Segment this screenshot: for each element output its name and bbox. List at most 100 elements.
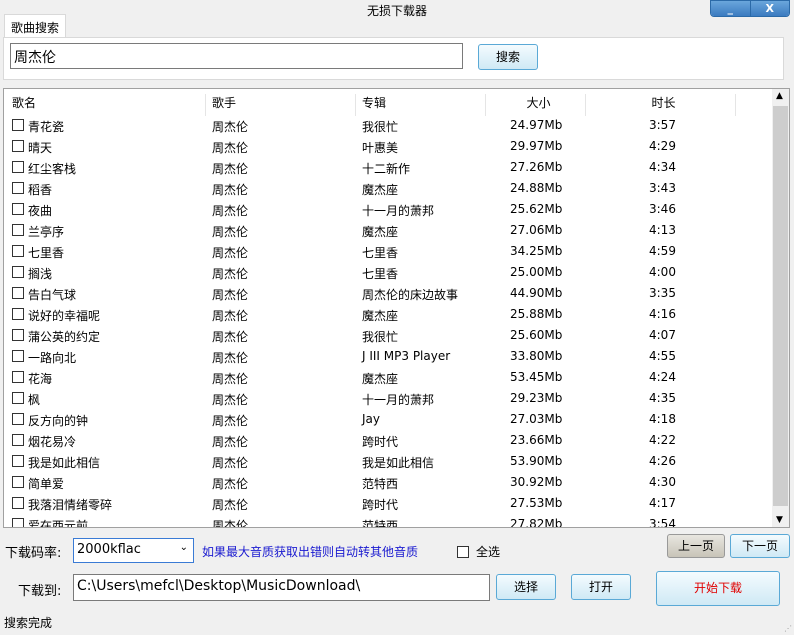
- table-row[interactable]: 枫 周杰伦 十一月的萧邦 29.23Mb 4:35: [4, 388, 774, 409]
- cell-album: Jay: [362, 412, 380, 426]
- cell-song: 我落泪情绪零碎: [28, 498, 113, 512]
- row-checkbox[interactable]: [12, 329, 24, 341]
- next-page-button[interactable]: 下一页: [730, 534, 790, 558]
- table-row[interactable]: 烟花易冷 周杰伦 跨时代 23.66Mb 4:22: [4, 430, 774, 451]
- cell-album: 我是如此相信: [362, 456, 435, 470]
- cell-album: 我很忙: [362, 120, 399, 134]
- row-checkbox[interactable]: [12, 476, 24, 488]
- row-checkbox[interactable]: [12, 161, 24, 173]
- table-row[interactable]: 爱在西元前 周杰伦 范特西 27.82Mb 3:54: [4, 514, 774, 528]
- table-row[interactable]: 我落泪情绪零碎 周杰伦 跨时代 27.53Mb 4:17: [4, 493, 774, 514]
- cell-size: 53.45Mb: [510, 370, 563, 384]
- cell-size: 25.62Mb: [510, 202, 563, 216]
- scrollbar-thumb[interactable]: [773, 106, 788, 506]
- select-all-label: 全选: [476, 545, 501, 559]
- cell-size: 27.53Mb: [510, 496, 563, 510]
- tab-song-search[interactable]: 歌曲搜索: [4, 14, 66, 38]
- cell-artist: 周杰伦: [212, 141, 249, 155]
- cell-artist: 周杰伦: [212, 351, 249, 365]
- cell-size: 23.66Mb: [510, 433, 563, 447]
- cell-song: 兰亭序: [28, 225, 65, 239]
- cell-song: 夜曲: [28, 204, 53, 218]
- row-checkbox[interactable]: [12, 497, 24, 509]
- table-row[interactable]: 七里香 周杰伦 七里香 34.25Mb 4:59: [4, 241, 774, 262]
- cell-duration: 4:26: [649, 454, 676, 468]
- cell-size: 29.97Mb: [510, 139, 563, 153]
- select-all-checkbox[interactable]: 全选: [457, 543, 500, 560]
- table-row[interactable]: 花海 周杰伦 魔杰座 53.45Mb 4:24: [4, 367, 774, 388]
- row-checkbox[interactable]: [12, 266, 24, 278]
- cell-artist: 周杰伦: [212, 519, 249, 528]
- row-checkbox[interactable]: [12, 140, 24, 152]
- table-row[interactable]: 兰亭序 周杰伦 魔杰座 27.06Mb 4:13: [4, 220, 774, 241]
- table-row[interactable]: 搁浅 周杰伦 七里香 25.00Mb 4:00: [4, 262, 774, 283]
- row-checkbox[interactable]: [12, 203, 24, 215]
- cell-album: 周杰伦的床边故事: [362, 288, 459, 302]
- open-button[interactable]: 打开: [571, 574, 631, 600]
- row-checkbox[interactable]: [12, 434, 24, 446]
- header-duration[interactable]: 时长: [586, 94, 736, 116]
- row-checkbox[interactable]: [12, 350, 24, 362]
- header-size[interactable]: 大小: [486, 94, 586, 116]
- cell-artist: 周杰伦: [212, 204, 249, 218]
- bitrate-select[interactable]: 2000kflac ⌄: [73, 538, 194, 563]
- table-row[interactable]: 红尘客栈 周杰伦 十二新作 27.26Mb 4:34: [4, 157, 774, 178]
- start-download-button[interactable]: 开始下载: [656, 571, 780, 606]
- cell-album: 十二新作: [362, 162, 411, 176]
- header-song[interactable]: 歌名: [6, 94, 206, 116]
- table-row[interactable]: 我是如此相信 周杰伦 我是如此相信 53.90Mb 4:26: [4, 451, 774, 472]
- cell-artist: 周杰伦: [212, 372, 249, 386]
- cell-duration: 4:29: [649, 139, 676, 153]
- row-checkbox[interactable]: [12, 182, 24, 194]
- row-checkbox[interactable]: [12, 518, 24, 527]
- cell-size: 53.90Mb: [510, 454, 563, 468]
- cell-song: 简单爱: [28, 477, 65, 491]
- cell-song: 七里香: [28, 246, 65, 260]
- row-checkbox[interactable]: [12, 371, 24, 383]
- table-row[interactable]: 简单爱 周杰伦 范特西 30.92Mb 4:30: [4, 472, 774, 493]
- table-row[interactable]: 夜曲 周杰伦 十一月的萧邦 25.62Mb 3:46: [4, 199, 774, 220]
- table-row[interactable]: 说好的幸福呢 周杰伦 魔杰座 25.88Mb 4:16: [4, 304, 774, 325]
- header-artist[interactable]: 歌手: [206, 94, 356, 116]
- song-list: 歌名 歌手 专辑 大小 时长 青花瓷 周杰伦 我很忙 24.97Mb 3:57 晴天 周杰伦…: [3, 88, 790, 528]
- cell-duration: 4:24: [649, 370, 676, 384]
- close-button[interactable]: X: [749, 1, 789, 16]
- row-checkbox[interactable]: [12, 119, 24, 131]
- row-checkbox[interactable]: [12, 224, 24, 236]
- table-row[interactable]: 稻香 周杰伦 魔杰座 24.88Mb 3:43: [4, 178, 774, 199]
- table-row[interactable]: 蒲公英的约定 周杰伦 我很忙 25.60Mb 4:07: [4, 325, 774, 346]
- scrollbar[interactable]: ▲ ▼: [772, 89, 789, 527]
- table-row[interactable]: 晴天 周杰伦 叶惠美 29.97Mb 4:29: [4, 136, 774, 157]
- table-row[interactable]: 一路向北 周杰伦 J III MP3 Player 33.80Mb 4:55: [4, 346, 774, 367]
- prev-page-button[interactable]: 上一页: [667, 534, 725, 558]
- row-checkbox[interactable]: [12, 413, 24, 425]
- choose-button[interactable]: 选择: [496, 574, 556, 600]
- window-title: 无损下载器: [366, 4, 427, 18]
- download-path-input[interactable]: C:\Users\mefcl\Desktop\MusicDownload\: [73, 574, 490, 601]
- search-button[interactable]: 搜索: [478, 44, 538, 70]
- scroll-down-icon[interactable]: ▼: [776, 515, 783, 525]
- minimize-button[interactable]: _: [711, 1, 750, 16]
- cell-size: 24.97Mb: [510, 118, 563, 132]
- header-album[interactable]: 专辑: [356, 94, 486, 116]
- row-checkbox[interactable]: [12, 392, 24, 404]
- search-input[interactable]: 周杰伦: [10, 43, 463, 69]
- cell-song: 说好的幸福呢: [28, 309, 101, 323]
- checkbox-icon: [457, 545, 469, 558]
- table-row[interactable]: 反方向的钟 周杰伦 Jay 27.03Mb 4:18: [4, 409, 774, 430]
- cell-album: 七里香: [362, 246, 399, 260]
- scroll-up-icon[interactable]: ▲: [776, 91, 783, 101]
- table-row[interactable]: 青花瓷 周杰伦 我很忙 24.97Mb 3:57: [4, 115, 774, 136]
- cell-duration: 4:17: [649, 496, 676, 510]
- cell-song: 爱在西元前: [28, 519, 89, 528]
- row-checkbox[interactable]: [12, 245, 24, 257]
- row-checkbox[interactable]: [12, 287, 24, 299]
- cell-duration: 4:59: [649, 244, 676, 258]
- cell-artist: 周杰伦: [212, 477, 249, 491]
- row-checkbox[interactable]: [12, 455, 24, 467]
- table-row[interactable]: 告白气球 周杰伦 周杰伦的床边故事 44.90Mb 3:35: [4, 283, 774, 304]
- cell-song: 红尘客栈: [28, 162, 77, 176]
- resize-grip-icon[interactable]: ⋰: [784, 624, 792, 633]
- cell-artist: 周杰伦: [212, 288, 249, 302]
- row-checkbox[interactable]: [12, 308, 24, 320]
